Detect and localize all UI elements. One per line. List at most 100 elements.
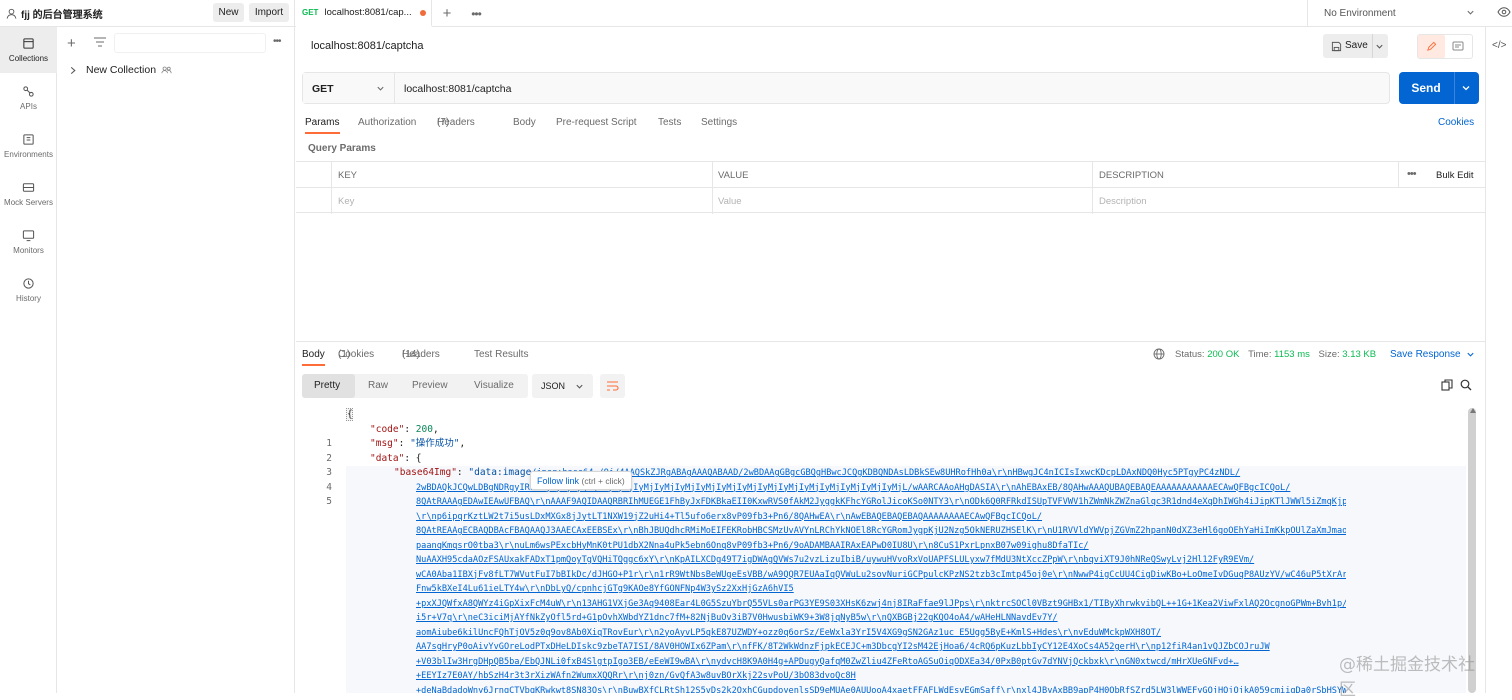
import-button[interactable]: Import xyxy=(249,3,289,22)
base64-link[interactable]: /jpeg;base64,/9j/4AAQSkZJRgABAgAAAQABAAD… xyxy=(531,468,1240,478)
collection-item[interactable]: New Collection xyxy=(57,61,294,79)
request-tab[interactable]: GET localhost:8081/cap... xyxy=(296,0,432,27)
base64-line[interactable]: 8QAtRAAAgEDAwIEAwUFBAQ\r\nAAAF9AQIDAAQRB… xyxy=(416,495,1346,509)
send-button[interactable]: Send xyxy=(1399,72,1479,104)
params-header-row: KEY VALUE DESCRIPTION ••• Bulk Edit xyxy=(296,161,1485,214)
base64-line[interactable]: i5r+V7q\r\neC3iciMjAYfNkZyOfl5rd+G1pOvhX… xyxy=(416,611,1346,625)
base64-line[interactable]: +EEYIz7E0AY/hbSzH4r3t3rXizWAfn2WumxXQQRr… xyxy=(416,669,1346,683)
method-select[interactable]: GET xyxy=(303,73,395,103)
tab-authorization[interactable]: Authorization xyxy=(358,117,416,128)
rail-monitors[interactable]: Monitors xyxy=(0,219,57,265)
response-meta: Status: 200 OK Time: 1153 ms Size: 3.13 … xyxy=(1175,349,1376,360)
sidebar: + ••• New Collection xyxy=(57,27,295,693)
cookies-link[interactable]: Cookies xyxy=(1438,117,1474,128)
view-preview[interactable]: Preview xyxy=(412,380,448,391)
wrap-icon xyxy=(607,381,619,391)
save-response-button[interactable]: Save Response xyxy=(1390,349,1461,360)
comment-icon[interactable] xyxy=(1452,41,1464,55)
url-input[interactable]: localhost:8081/captcha xyxy=(404,83,511,95)
base64-line[interactable]: aomAiube6kilUncFQhTjOV5z0q9ov8Ab0XiqTRov… xyxy=(416,626,1346,640)
bulk-edit-button[interactable]: Bulk Edit xyxy=(1436,170,1474,181)
base64-line[interactable]: +V03blIw3HrgDHpQB5ba/EbQJNLi0fxB4SlgtpIg… xyxy=(416,655,1346,669)
view-raw[interactable]: Raw xyxy=(368,380,388,391)
rail-label: APIs xyxy=(20,102,37,111)
chevron-right-icon xyxy=(69,66,77,75)
tab-prerequest[interactable]: Pre-request Script xyxy=(556,117,637,128)
response-body-editor[interactable]: 12345 { "code": 200, "msg": "操作成功", "dat… xyxy=(296,406,1485,693)
copy-icon[interactable] xyxy=(1441,379,1453,394)
rail-label: Mock Servers xyxy=(4,198,53,207)
globe-icon[interactable] xyxy=(1153,348,1165,363)
more-tabs-icon[interactable]: ••• xyxy=(462,7,490,21)
filter-icon[interactable] xyxy=(94,37,106,50)
view-pretty[interactable]: Pretty xyxy=(314,380,340,391)
rail-environments[interactable]: Environments xyxy=(0,123,57,169)
more-icon[interactable]: ••• xyxy=(1407,168,1417,180)
size-value[interactable]: 3.13 KB xyxy=(1342,349,1376,360)
active-tab-indicator xyxy=(305,132,340,134)
brace-open: { xyxy=(347,409,353,420)
resp-tab-tests[interactable]: Test Results xyxy=(474,349,528,360)
collections-icon xyxy=(23,38,34,49)
add-tab-icon[interactable]: + xyxy=(432,5,462,22)
history-icon xyxy=(23,278,34,289)
workspace-name[interactable]: fjj 的后台管理系统 xyxy=(21,6,103,21)
time-value[interactable]: 1153 ms xyxy=(1274,349,1310,360)
tab-params[interactable]: Params xyxy=(305,117,339,128)
left-rail: Collections APIs Environments Mock Serve… xyxy=(0,27,57,693)
chevron-down-icon xyxy=(575,382,584,394)
request-title[interactable]: localhost:8081/captcha xyxy=(311,40,424,52)
base64-line[interactable]: wCA0Aba1IBXjFv8fLT7WVutFuI7bBIkDc/dJHGO+… xyxy=(416,568,1346,582)
rail-label: Monitors xyxy=(13,246,44,255)
edit-toggle[interactable] xyxy=(1417,34,1473,59)
rail-apis[interactable]: APIs xyxy=(0,75,57,121)
follow-link-tooltip: Follow link (ctrl + click) xyxy=(530,471,632,490)
base64-line[interactable]: +deNaBdadoWny6JrngCTVbqKRwkwt8SN83Qs\r\n… xyxy=(416,684,1346,694)
wrap-lines-button[interactable] xyxy=(600,374,625,398)
save-button[interactable]: Save xyxy=(1323,34,1388,58)
key-input[interactable]: Key xyxy=(338,196,354,207)
base64-line[interactable]: +pxXJQWfxA8QWYz4iGpXixFcM4uW\r\n13AHG1VX… xyxy=(416,597,1346,611)
code-line-3: "msg": "操作成功", xyxy=(370,438,466,449)
chevron-down-icon[interactable] xyxy=(1466,350,1475,362)
description-input[interactable]: Description xyxy=(1099,196,1147,207)
more-icon[interactable]: ••• xyxy=(273,36,281,47)
tab-label: localhost:8081/cap... xyxy=(324,7,412,18)
tab-settings[interactable]: Settings xyxy=(701,117,737,128)
base64-line[interactable]: NuAAXH95cdaAOzFSAUxakFADxT1pmQoyTgVQHiTQ… xyxy=(416,553,1346,567)
base64-line[interactable]: \r\np6ipqrKztLW2t7i5usLDxMXGx8jJytLT1NXW… xyxy=(416,510,1346,524)
environment-select[interactable]: No Environment xyxy=(1307,0,1487,27)
pane-divider[interactable] xyxy=(296,341,1485,342)
code-snippet-icon[interactable]: </> xyxy=(1492,40,1506,51)
pencil-icon[interactable] xyxy=(1418,35,1445,58)
base64-line[interactable]: 8QAtREAAgECBAQDBAcFBAQAAQJ3AAECAxEEBSEx\… xyxy=(416,524,1346,538)
chevron-down-icon[interactable] xyxy=(1375,42,1384,54)
rail-collections[interactable]: Collections xyxy=(0,27,57,73)
resp-tab-body[interactable]: Body xyxy=(302,349,325,360)
collection-label: New Collection xyxy=(86,64,157,76)
tab-tests[interactable]: Tests xyxy=(658,117,681,128)
eye-icon[interactable] xyxy=(1497,6,1511,21)
base64-line[interactable]: Fnw5kBXeI4Lu61ieLTY4w\r\nDbLyQ/cpnhcjGTg… xyxy=(416,582,1346,596)
size-label: Size: xyxy=(1318,349,1340,360)
rail-history[interactable]: History xyxy=(0,267,57,313)
base64-line[interactable]: paanqKmqsrO0tba3\r\nuLm6wsPExcbHyMnK0tPU… xyxy=(416,539,1346,553)
chevron-down-icon[interactable] xyxy=(1461,83,1471,96)
query-params-title: Query Params xyxy=(308,143,376,154)
view-visualize[interactable]: Visualize xyxy=(474,380,514,391)
search-icon[interactable] xyxy=(1460,379,1472,394)
top-bar: fjj 的后台管理系统 New Import GET localhost:808… xyxy=(0,0,1512,27)
add-collection-icon[interactable]: + xyxy=(67,35,76,52)
search-input[interactable] xyxy=(114,33,266,53)
scroll-up-arrow[interactable] xyxy=(1470,408,1476,413)
status-value[interactable]: 200 OK xyxy=(1207,349,1239,360)
format-select[interactable]: JSON xyxy=(532,374,593,398)
rail-mock-servers[interactable]: Mock Servers xyxy=(0,171,57,217)
format-label: JSON xyxy=(541,381,566,391)
value-input[interactable]: Value xyxy=(718,196,742,207)
base64-line[interactable]: AA7sgHryP0oAivYvGOreLodPTxDHeLDIskc9zbeT… xyxy=(416,640,1346,654)
status-label: Status: xyxy=(1175,349,1205,360)
tab-body[interactable]: Body xyxy=(513,117,536,128)
shared-users-icon xyxy=(161,66,172,74)
new-button[interactable]: New xyxy=(213,3,244,22)
